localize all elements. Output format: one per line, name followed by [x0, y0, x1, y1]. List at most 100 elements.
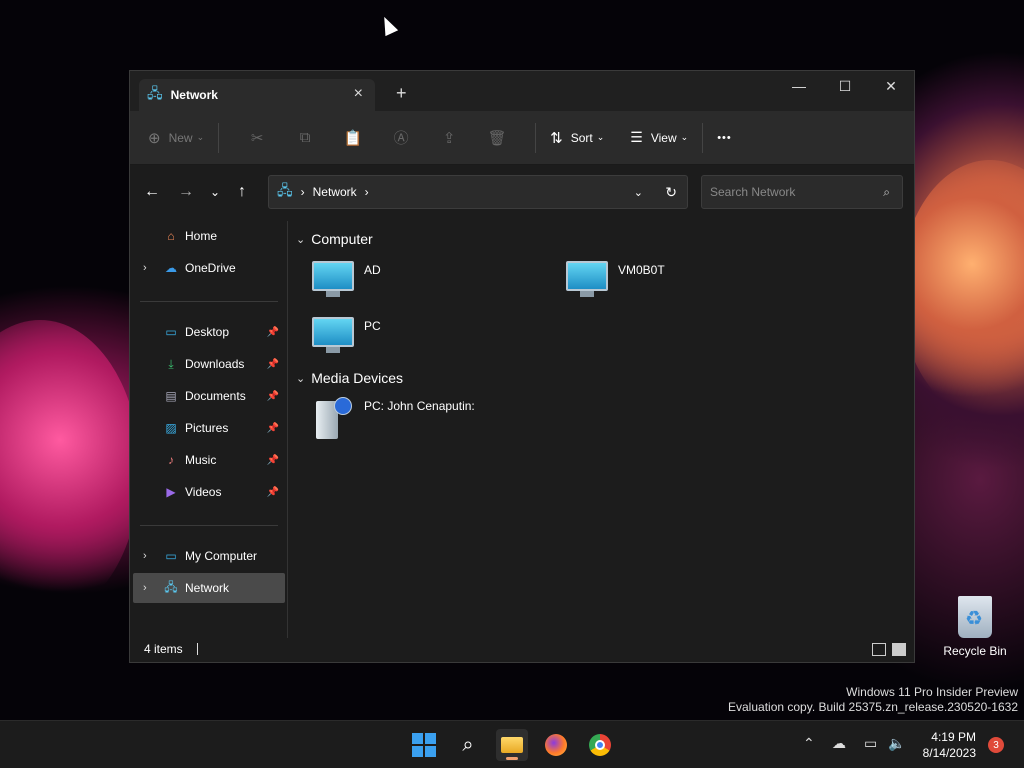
search-box[interactable]: Search Network ⌕	[701, 175, 903, 209]
view-icon: ☰	[630, 129, 643, 145]
pin-icon[interactable]: 📌	[267, 391, 279, 402]
details-view-icon[interactable]	[872, 643, 886, 656]
chevron-right-icon[interactable]: ›	[143, 582, 147, 594]
delete-button[interactable]: 🗑	[473, 122, 521, 154]
sidebar-item-network[interactable]: › 🖧 Network	[133, 573, 285, 603]
copy-button[interactable]: ⧉	[281, 122, 329, 154]
group-header-computer[interactable]: ⌄ Computer	[296, 231, 373, 247]
forward-button[interactable]: →	[178, 183, 194, 201]
sidebar-item-music[interactable]: ♪ Music 📌	[133, 445, 285, 475]
breadcrumb-separator: ›	[300, 185, 305, 199]
wallpaper-swirl-right	[900, 160, 1024, 420]
breadcrumb-separator[interactable]: ›	[365, 185, 369, 199]
mouse-cursor	[377, 13, 399, 37]
navigation-row: ← → ⌄ ↑ 🖧 › Network › ⌄ ↻ Search Network…	[130, 165, 914, 221]
sidebar-item-downloads[interactable]: ⤓ Downloads 📌	[133, 349, 285, 379]
tab-network[interactable]: 🖧 Network ×	[139, 79, 375, 111]
paste-button[interactable]: 📋	[329, 122, 377, 154]
status-bar: 4 items	[130, 636, 914, 662]
network-status-icon[interactable]: ▭	[864, 735, 877, 752]
view-button[interactable]: ☰ View ⌄	[630, 122, 688, 154]
sidebar-item-onedrive[interactable]: › ☁ OneDrive	[133, 253, 285, 283]
address-dropdown-icon[interactable]: ⌄	[634, 186, 643, 199]
back-button[interactable]: ←	[144, 183, 160, 201]
volume-icon[interactable]: 🔈	[888, 735, 905, 752]
file-explorer-taskbar-button[interactable]	[496, 729, 528, 761]
address-bar[interactable]: 🖧 › Network › ⌄ ↻	[268, 175, 688, 209]
recent-locations-button[interactable]: ⌄	[210, 185, 220, 199]
pin-icon[interactable]: 📌	[267, 455, 279, 466]
toolbar-divider	[218, 122, 220, 153]
music-icon: ♪	[168, 453, 174, 467]
network-computer-item[interactable]: VM0B0T	[566, 261, 665, 299]
chevron-right-icon[interactable]: ›	[143, 550, 147, 562]
group-title: Computer	[311, 231, 373, 247]
sidebar-item-videos[interactable]: ▶ Videos 📌	[133, 477, 285, 507]
breadcrumb-network[interactable]: Network	[313, 185, 357, 199]
window-controls: — ☐ ✕	[776, 71, 914, 103]
chrome-icon	[589, 734, 611, 756]
computer-icon: ▭	[165, 549, 177, 563]
watermark-line2: Evaluation copy. Build 25375.zn_release.…	[728, 700, 1018, 714]
group-header-media-devices[interactable]: ⌄ Media Devices	[296, 370, 403, 386]
video-icon: ▶	[166, 485, 176, 499]
recycle-bin-icon	[958, 596, 992, 638]
pin-icon[interactable]: 📌	[267, 327, 279, 338]
clock[interactable]: 4:19 PM 8/14/2023	[923, 729, 976, 761]
new-button[interactable]: ⊕ New ⌄	[148, 122, 204, 154]
sidebar-item-home[interactable]: ⌂ Home	[133, 221, 285, 251]
watermark-line1: Windows 11 Pro Insider Preview	[846, 685, 1018, 699]
rename-icon: Ⓐ	[393, 130, 409, 147]
sidebar-item-pictures[interactable]: ▨ Pictures 📌	[133, 413, 285, 443]
chrome-button[interactable]	[584, 729, 616, 761]
cut-button[interactable]: ✂	[233, 122, 281, 154]
close-button[interactable]: ✕	[868, 71, 914, 101]
minimize-button[interactable]: —	[776, 71, 822, 101]
title-bar: 🖧 Network × + — ☐ ✕	[130, 71, 914, 111]
clock-time: 4:19 PM	[931, 730, 976, 744]
chevron-right-icon[interactable]: ›	[143, 262, 147, 274]
chevron-down-icon: ⌄	[196, 132, 205, 142]
pin-icon[interactable]: 📌	[267, 487, 279, 498]
search-input[interactable]: Search Network	[710, 185, 795, 199]
tiles-view-icon[interactable]	[892, 643, 906, 656]
sort-button[interactable]: ⇅ Sort ⌄	[550, 122, 604, 154]
up-button[interactable]: ↑	[238, 183, 246, 201]
share-button[interactable]: ⇪	[425, 122, 473, 154]
onedrive-status-icon[interactable]: ☁	[832, 735, 846, 752]
maximize-button[interactable]: ☐	[822, 71, 868, 101]
notification-badge[interactable]: 3	[988, 737, 1004, 753]
search-icon: ⌕	[883, 184, 890, 199]
cloud-icon: ☁	[165, 261, 177, 275]
sort-icon: ⇅	[550, 129, 563, 147]
pin-icon[interactable]: 📌	[267, 359, 279, 370]
start-button[interactable]	[408, 729, 440, 761]
refresh-icon[interactable]: ↻	[665, 184, 677, 201]
more-options-button[interactable]: •••	[717, 122, 732, 154]
wallpaper-swirl-left	[0, 320, 140, 620]
plus-circle-icon: ⊕	[148, 129, 161, 147]
search-button[interactable]: ⌕	[452, 729, 484, 761]
item-count: 4 items	[144, 642, 183, 656]
view-label: View	[650, 130, 677, 145]
network-computer-item[interactable]: AD	[312, 261, 381, 299]
firefox-button[interactable]	[540, 729, 572, 761]
network-icon: 🖧	[164, 579, 178, 594]
item-label: AD	[364, 263, 381, 277]
media-device-item[interactable]: PC: John Cenaputin:	[312, 397, 475, 441]
home-icon: ⌂	[167, 229, 175, 243]
recycle-bin-label: Recycle Bin	[943, 644, 1007, 658]
tab-close-icon[interactable]: ×	[354, 85, 363, 103]
rename-button[interactable]: Ⓐ	[377, 122, 425, 154]
show-hidden-icons-icon[interactable]: ⌃	[803, 735, 815, 752]
network-icon: 🖧	[277, 182, 293, 198]
sidebar-item-my-computer[interactable]: › ▭ My Computer	[133, 541, 285, 571]
sidebar-item-documents[interactable]: ▤ Documents 📌	[133, 381, 285, 411]
chevron-down-icon: ⌄	[296, 372, 306, 385]
recycle-bin[interactable]: Recycle Bin	[940, 596, 1010, 658]
new-tab-button[interactable]: +	[396, 83, 407, 104]
network-computer-item[interactable]: PC	[312, 317, 381, 355]
pin-icon[interactable]: 📌	[267, 423, 279, 434]
group-title: Media Devices	[311, 370, 404, 386]
sidebar-item-desktop[interactable]: ▭ Desktop 📌	[133, 317, 285, 347]
